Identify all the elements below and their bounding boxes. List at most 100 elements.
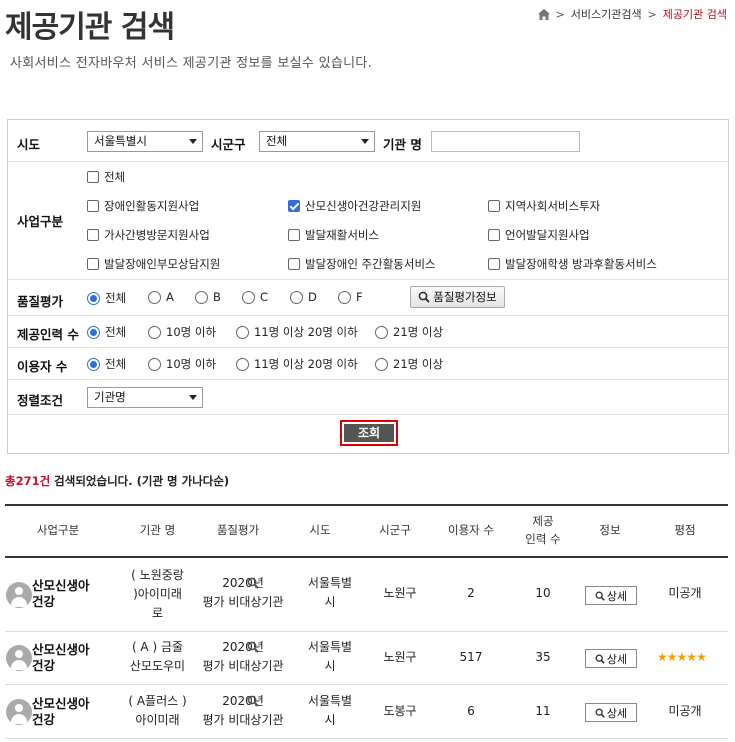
users-cell: 2 xyxy=(467,586,475,600)
breadcrumb-parent[interactable]: 서비스기관검색 xyxy=(571,6,642,22)
org-cell[interactable]: ( 노원중랑 )아이미래 로 xyxy=(120,566,195,623)
biz-checkbox[interactable]: 산모신생아건강관리지원 xyxy=(288,198,421,214)
checkbox-checked-icon xyxy=(288,200,300,212)
quality-radio[interactable]: F xyxy=(338,290,363,304)
biz-cell: 산모신생아 건강 xyxy=(32,642,90,673)
quality-radio[interactable]: B xyxy=(195,290,221,304)
sigungu-cell: 노원구 xyxy=(383,586,417,600)
radio-icon xyxy=(148,290,161,304)
org-cell[interactable]: ( A ) 금줄 산모도우미 xyxy=(120,638,195,676)
biz-checkbox[interactable]: 발달장애인 주간활동서비스 xyxy=(288,256,436,272)
rating-cell: 미공개 xyxy=(668,704,702,718)
quality-cell: 2020년 평가 비대상기관 xyxy=(202,640,284,673)
star-rating: ★★★★★ xyxy=(657,650,707,664)
star-icon: ★ xyxy=(666,650,678,664)
radio-icon xyxy=(148,357,161,371)
radio-icon xyxy=(236,357,249,371)
chevron-down-icon xyxy=(189,395,197,400)
breadcrumb: > 서비스기관검색 > 제공기관 검색 xyxy=(537,6,727,22)
biz-checkbox[interactable]: 발달장애학생 방과후활동서비스 xyxy=(488,256,657,272)
staff-radio[interactable]: 21명 이상 xyxy=(375,324,443,340)
detail-button[interactable]: 상세 xyxy=(585,649,637,668)
user-radio[interactable]: 21명 이상 xyxy=(375,356,443,372)
radio-icon xyxy=(242,290,255,304)
radio-icon xyxy=(148,325,161,339)
table-top-border xyxy=(5,504,728,506)
col-header: 사업구분 xyxy=(36,523,80,537)
breadcrumb-current: 제공기관 검색 xyxy=(662,8,727,21)
result-summary: 총271건 검색되었습니다. (기관 명 가나다순) xyxy=(5,473,229,489)
search-icon[interactable] xyxy=(247,695,259,707)
biz-checkbox[interactable]: 지역사회서비스투자 xyxy=(488,198,600,214)
radio-icon xyxy=(195,290,208,304)
home-icon[interactable] xyxy=(537,8,550,20)
quality-radio[interactable]: A xyxy=(148,290,174,304)
result-text: 검색되었습니다. (기관 명 가나다순) xyxy=(50,474,230,488)
radio-selected-icon xyxy=(87,291,100,305)
chevron-down-icon xyxy=(189,139,197,144)
checkbox-icon xyxy=(288,229,300,241)
user-label: 이용자 수 xyxy=(17,359,68,374)
search-form: 시도 서울특별시 시군구 전체 기관 명 사업구분 전체 장애인활동지원사업 산… xyxy=(7,119,729,454)
checkbox-icon xyxy=(488,258,500,270)
user-radio[interactable]: 10명 이하 xyxy=(148,356,216,372)
biz-checkbox[interactable]: 발달장애인부모상담지원 xyxy=(87,256,220,272)
radio-selected-icon xyxy=(87,325,100,339)
breadcrumb-separator: > xyxy=(647,7,657,21)
biz-checkbox[interactable]: 발달재활서비스 xyxy=(288,227,379,243)
sigungu-select[interactable]: 전체 xyxy=(259,131,375,152)
search-button[interactable]: 조회 xyxy=(340,420,398,446)
row-divider xyxy=(5,738,728,739)
checkbox-icon xyxy=(87,171,99,183)
staff-row: 제공인력 수 전체 10명 이하 11명 이상 20명 이하 21명 이상 xyxy=(8,316,728,348)
quality-info-button[interactable]: 품질평가정보 xyxy=(410,286,505,308)
search-icon[interactable] xyxy=(247,577,259,589)
user-radio[interactable]: 11명 이상 20명 이하 xyxy=(236,356,358,372)
star-icon: ★ xyxy=(657,650,668,664)
biz-checkbox[interactable]: 언어발달지원사업 xyxy=(488,227,590,243)
biz-cell: 산모신생아 건강 xyxy=(32,578,90,609)
checkbox-icon xyxy=(87,258,99,270)
quality-label: 품질평가 xyxy=(17,294,64,309)
sido-label: 시도 xyxy=(17,137,41,152)
sido-cell: 서울특별 시 xyxy=(307,576,353,609)
sido-select[interactable]: 서울특별시 xyxy=(87,131,203,152)
checkbox-icon xyxy=(488,200,500,212)
users-cell: 517 xyxy=(459,650,483,664)
org-name-input[interactable] xyxy=(431,131,580,152)
org-cell[interactable]: ( A플러스 ) 아이미래 xyxy=(120,692,195,730)
sido-cell: 서울특별 시 xyxy=(307,694,353,727)
biz-checkbox-all[interactable]: 전체 xyxy=(87,169,125,185)
search-icon xyxy=(595,654,605,664)
quality-radio[interactable]: D xyxy=(290,290,317,304)
breadcrumb-separator: > xyxy=(555,7,565,21)
checkbox-icon xyxy=(87,229,99,241)
quality-row: 품질평가 전체 A B C D F xyxy=(8,280,728,316)
col-header: 시도 xyxy=(309,523,331,537)
search-icon[interactable] xyxy=(247,641,259,653)
row-divider xyxy=(5,684,728,685)
radio-icon xyxy=(375,325,388,339)
chevron-down-icon xyxy=(361,139,369,144)
biz-checkbox[interactable]: 장애인활동지원사업 xyxy=(87,198,199,214)
table-header-border xyxy=(5,556,728,558)
biz-checkbox[interactable]: 가사간병방문지원사업 xyxy=(87,227,210,243)
staff-radio[interactable]: 10명 이하 xyxy=(148,324,216,340)
col-header: 평점 xyxy=(674,523,696,537)
sigungu-cell: 노원구 xyxy=(383,650,417,664)
org-name-label: 기관 명 xyxy=(383,137,422,152)
staff-radio[interactable]: 전체 xyxy=(87,324,126,340)
quality-radio[interactable]: C xyxy=(242,290,268,304)
quality-radio[interactable]: 전체 xyxy=(87,290,126,306)
sort-select[interactable]: 기관명 xyxy=(87,387,203,408)
star-icon: ★ xyxy=(696,650,707,664)
search-icon xyxy=(595,591,605,601)
radio-selected-icon xyxy=(87,357,100,371)
users-cell: 6 xyxy=(467,704,475,718)
user-radio[interactable]: 전체 xyxy=(87,356,126,372)
detail-button[interactable]: 상세 xyxy=(585,703,637,722)
radio-icon xyxy=(236,325,249,339)
staff-label: 제공인력 수 xyxy=(17,327,79,342)
staff-radio[interactable]: 11명 이상 20명 이하 xyxy=(236,324,358,340)
detail-button[interactable]: 상세 xyxy=(585,586,637,605)
